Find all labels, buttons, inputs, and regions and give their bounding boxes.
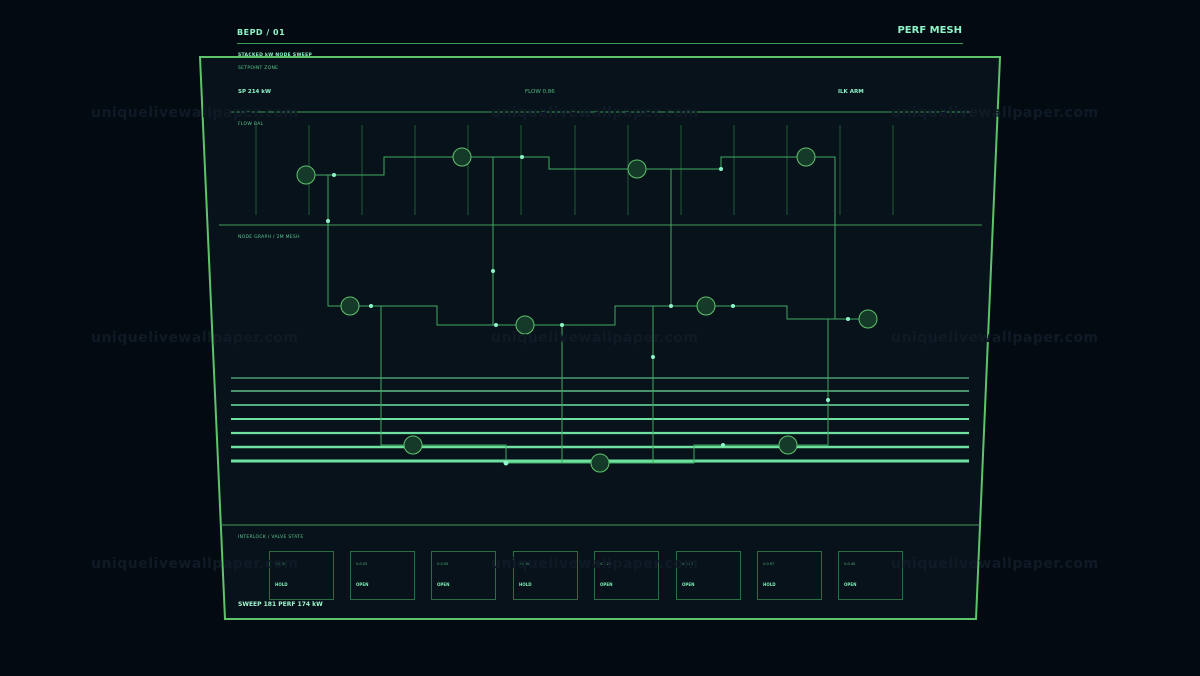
sweep-summary: SWEEP 181 PERF 174 kW [238, 601, 323, 608]
interlock-status: ILK ARM [838, 89, 864, 95]
flow-value: FLOW 0.86 [525, 89, 555, 95]
interlock-label: INTERLOCK / VALVE STATE [238, 535, 304, 540]
valve-id: V-0.40 [844, 562, 856, 566]
flow-bal-label: FLOW BAL [238, 122, 264, 127]
watermark-text: uniquelivewallpaper.com [891, 105, 1099, 121]
node-graph-label: NODE GRAPH / 2M MESH [238, 235, 300, 240]
valve-state: OPEN [356, 582, 369, 587]
valve-card[interactable]: V-0.05 OPEN [431, 551, 496, 600]
valve-id: V-0.05 [437, 562, 449, 566]
valve-state: OPEN [437, 582, 450, 587]
watermark-text: uniquelivewallpaper.com [91, 105, 299, 121]
valve-state: HOLD [519, 582, 532, 587]
watermark-text: uniquelivewallpaper.com [891, 330, 1099, 346]
watermark-text: uniquelivewallpaper.com [91, 556, 299, 572]
watermark-text: uniquelivewallpaper.com [491, 105, 699, 121]
valve-state: OPEN [844, 582, 857, 587]
watermark-text: uniquelivewallpaper.com [91, 330, 299, 346]
watermark-text: uniquelivewallpaper.com [891, 556, 1099, 572]
watermark-text: uniquelivewallpaper.com [491, 556, 699, 572]
valve-state: OPEN [600, 582, 613, 587]
valve-id: V-0.97 [763, 562, 775, 566]
valve-id: V-0.03 [356, 562, 368, 566]
valve-state: HOLD [763, 582, 776, 587]
valve-card[interactable]: V-0.97 HOLD [757, 551, 822, 600]
valve-state: HOLD [275, 582, 288, 587]
setpoint-value: SP 214 kW [238, 89, 272, 95]
valve-state: OPEN [682, 582, 695, 587]
valve-card[interactable]: V-0.03 OPEN [350, 551, 415, 600]
setpoint-zone-label: SETPOINT ZONE [238, 66, 279, 71]
watermark-text: uniquelivewallpaper.com [491, 330, 699, 346]
